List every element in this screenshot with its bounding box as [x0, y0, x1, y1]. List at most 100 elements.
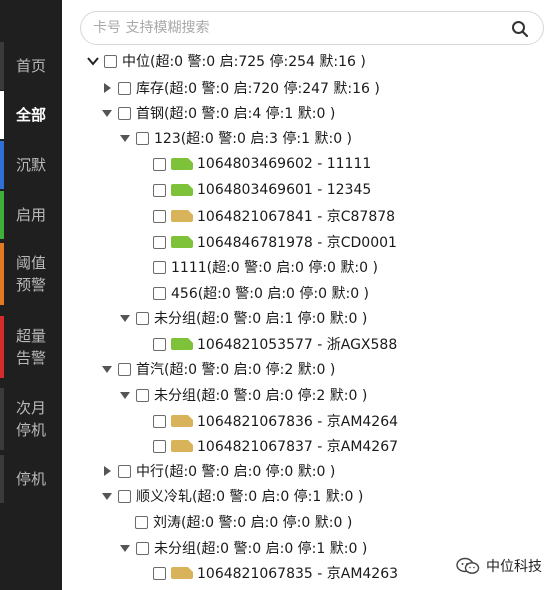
node-checkbox[interactable] — [153, 414, 166, 428]
chevron-down-icon[interactable] — [86, 54, 100, 68]
sidebar-accent-bar — [0, 141, 4, 189]
tree-node-card[interactable]: 1064821067835 - 京AM4263 — [153, 562, 398, 584]
search-icon[interactable] — [511, 20, 529, 38]
sidebar-item-silent[interactable]: 沉默 — [0, 141, 62, 189]
watermark-text: 中位科技 — [486, 559, 542, 575]
tree-node-label: 1064821067837 - 京AM4267 — [197, 439, 399, 455]
tree-node-label: 未分组(超:0 警:0 启:0 停:2 默:0 ) — [154, 388, 368, 404]
tree-node-card[interactable]: 1064821067836 - 京AM4264 — [153, 410, 398, 432]
tree-node-label: 首钢(超:0 警:0 启:4 停:1 默:0 ) — [136, 106, 336, 122]
watermark: 中位科技 — [456, 556, 542, 576]
sidebar-accent-bar — [0, 191, 4, 239]
search-input[interactable] — [93, 17, 493, 39]
tree-node-group[interactable]: 中位(超:0 警:0 启:725 停:254 默:16 ) — [86, 50, 366, 72]
tree-node-group[interactable]: 中行(超:0 警:0 启:0 停:0 默:0 ) — [100, 460, 335, 482]
node-checkbox[interactable] — [118, 81, 131, 95]
node-checkbox[interactable] — [153, 286, 166, 300]
node-checkbox[interactable] — [118, 362, 131, 376]
sidebar-item-next-month-stop[interactable]: 次月 停机 — [0, 388, 62, 450]
tree-node-card[interactable]: 1064803469602 - 11111 — [153, 153, 371, 175]
node-checkbox[interactable] — [153, 260, 166, 274]
node-checkbox[interactable] — [118, 106, 131, 120]
caret-down-icon[interactable] — [118, 311, 132, 325]
node-checkbox[interactable] — [136, 311, 149, 325]
sidebar-item-threshold-warning[interactable]: 阈值 预警 — [0, 243, 62, 305]
tree-node-group[interactable]: 1111(超:0 警:0 启:0 停:0 默:0 ) — [153, 256, 378, 278]
node-checkbox[interactable] — [135, 515, 148, 529]
caret-down-icon[interactable] — [100, 362, 114, 376]
tree-node-label: 1064846781978 - 京CD0001 — [197, 235, 397, 251]
sidebar: 首页 全部 沉默 启用 阈值 预警 超量 告警 次月 停机 停机 — [0, 0, 62, 590]
tree-node-card[interactable]: 1064821067841 - 京C87878 — [153, 205, 395, 227]
tree-node-group[interactable]: 顺义冷轧(超:0 警:0 启:0 停:1 默:0 ) — [100, 485, 363, 507]
sidebar-item-label: 超量 告警 — [15, 327, 46, 367]
tree-node-label: 中行(超:0 警:0 启:0 停:0 默:0 ) — [136, 464, 336, 480]
caret-down-icon[interactable] — [100, 106, 114, 120]
sidebar-item-stopped[interactable]: 停机 — [0, 455, 62, 503]
node-checkbox[interactable] — [153, 337, 166, 351]
sim-card-icon — [171, 210, 193, 222]
tree-node-group[interactable]: 456(超:0 警:0 启:0 停:0 默:0 ) — [153, 282, 369, 304]
tree-node-card[interactable]: 1064821067837 - 京AM4267 — [153, 435, 398, 457]
tree-node-group[interactable]: 库存(超:0 警:0 启:720 停:247 默:16 ) — [100, 77, 380, 99]
app: 首页 全部 沉默 启用 阈值 预警 超量 告警 次月 停机 停机 卡号 支持模糊… — [0, 0, 554, 590]
sidebar-item-all[interactable]: 全部 — [0, 91, 62, 139]
caret-down-icon[interactable] — [118, 541, 132, 555]
sidebar-item-enabled[interactable]: 启用 — [0, 191, 62, 239]
tree-node-card[interactable]: 1064803469601 - 12345 — [153, 179, 371, 201]
node-checkbox[interactable] — [118, 464, 131, 478]
caret-right-icon[interactable] — [100, 81, 114, 95]
tree-node-label: 库存(超:0 警:0 启:720 停:247 默:16 ) — [136, 81, 380, 97]
tree-node-group[interactable]: 未分组(超:0 警:0 启:0 停:2 默:0 ) — [118, 384, 367, 406]
caret-right-icon[interactable] — [100, 464, 114, 478]
tree-node-group[interactable]: 首钢(超:0 警:0 启:4 停:1 默:0 ) — [100, 102, 335, 124]
tree-node-label: 顺义冷轧(超:0 警:0 启:0 停:1 默:0 ) — [136, 489, 364, 505]
sidebar-accent-bar — [0, 243, 4, 305]
sidebar-accent-bar — [0, 455, 4, 503]
sidebar-item-label: 沉默 — [15, 156, 46, 174]
sidebar-accent-bar — [0, 316, 4, 378]
node-checkbox[interactable] — [136, 131, 149, 145]
sidebar-item-label: 阈值 预警 — [15, 254, 46, 294]
node-checkbox[interactable] — [153, 183, 166, 197]
tree-node-label: 1064803469602 - 11111 — [197, 156, 372, 172]
tree-node-label: 中位(超:0 警:0 启:725 停:254 默:16 ) — [122, 54, 366, 70]
node-checkbox[interactable] — [104, 54, 117, 68]
caret-down-icon[interactable] — [100, 489, 114, 503]
node-checkbox[interactable] — [153, 439, 166, 453]
sim-card-icon — [171, 338, 193, 350]
sidebar-item-label: 停机 — [15, 470, 46, 488]
sidebar-item-label: 次月 停机 — [15, 399, 46, 439]
tree-node-group[interactable]: 刘涛(超:0 警:0 启:0 停:0 默:0 ) — [135, 511, 352, 533]
tree-node-label: 刘涛(超:0 警:0 启:0 停:0 默:0 ) — [153, 515, 353, 531]
sidebar-item-overuse-alarm[interactable]: 超量 告警 — [0, 316, 62, 378]
node-checkbox[interactable] — [118, 489, 131, 503]
tree-node-group[interactable]: 未分组(超:0 警:0 启:1 停:0 默:0 ) — [118, 307, 367, 329]
wechat-icon — [456, 557, 480, 574]
node-checkbox[interactable] — [153, 209, 166, 223]
tree-node-label: 123(超:0 警:0 启:3 停:1 默:0 ) — [154, 131, 353, 147]
tree-node-card[interactable]: 1064821053577 - 浙AGX588 — [153, 333, 397, 355]
sidebar-accent-bar — [0, 42, 4, 90]
tree-node-label: 1111(超:0 警:0 启:0 停:0 默:0 ) — [171, 260, 378, 276]
sim-card-icon — [171, 184, 193, 196]
caret-down-icon[interactable] — [118, 388, 132, 402]
sidebar-accent-bar — [0, 388, 4, 450]
node-checkbox[interactable] — [153, 157, 166, 171]
tree-node-card[interactable]: 1064846781978 - 京CD0001 — [153, 231, 397, 253]
tree-node-group[interactable]: 123(超:0 警:0 启:3 停:1 默:0 ) — [118, 127, 352, 149]
node-checkbox[interactable] — [153, 235, 166, 249]
tree-node-label: 未分组(超:0 警:0 启:1 停:0 默:0 ) — [154, 311, 368, 327]
sidebar-item-home[interactable]: 首页 — [0, 42, 62, 90]
sidebar-item-label: 启用 — [15, 206, 46, 224]
sidebar-item-label: 首页 — [15, 57, 46, 75]
caret-down-icon[interactable] — [118, 131, 132, 145]
sim-card-icon — [171, 415, 193, 427]
tree-node-group[interactable]: 未分组(超:0 警:0 启:0 停:1 默:0 ) — [118, 537, 367, 559]
node-checkbox[interactable] — [153, 566, 166, 580]
node-checkbox[interactable] — [136, 541, 149, 555]
tree-node-group[interactable]: 首汽(超:0 警:0 启:0 停:2 默:0 ) — [100, 358, 335, 380]
sim-card-icon — [171, 158, 193, 170]
node-checkbox[interactable] — [136, 388, 149, 402]
tree-node-label: 1064821067836 - 京AM4264 — [197, 414, 399, 430]
